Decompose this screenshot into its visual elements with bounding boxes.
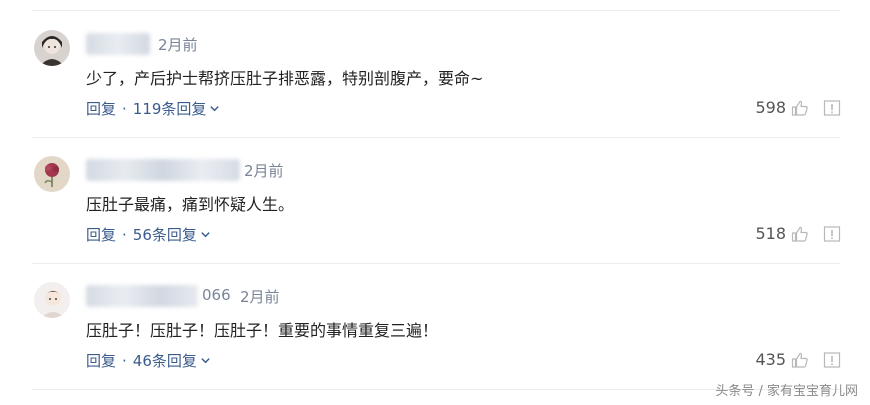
report-icon[interactable]	[823, 351, 841, 369]
comment-time: 2月前	[240, 288, 280, 306]
report-icon[interactable]	[823, 225, 841, 243]
chevron-down-icon[interactable]	[209, 103, 220, 114]
comment-item: 2月前 少了，产后护士帮挤压肚子排恶露，特别剖腹产，要命~ 回复 · 119条回…	[0, 12, 870, 138]
separator-dot: ·	[122, 99, 127, 118]
comment-time: 2月前	[158, 36, 198, 54]
separator-dot: ·	[122, 351, 127, 370]
separator-dot: ·	[122, 225, 127, 244]
reply-count[interactable]: 46条回复	[133, 350, 197, 371]
thumbs-up-icon[interactable]	[791, 351, 809, 369]
like-count: 435	[755, 350, 786, 369]
comment-time: 2月前	[244, 162, 284, 180]
reply-button[interactable]: 回复 · 56条回复	[86, 224, 211, 245]
reply-label[interactable]: 回复	[86, 350, 116, 371]
reply-count[interactable]: 56条回复	[133, 224, 197, 245]
reply-label[interactable]: 回复	[86, 224, 116, 245]
chevron-down-icon[interactable]	[200, 229, 211, 240]
avatar[interactable]	[34, 282, 70, 318]
reply-button[interactable]: 回复 · 46条回复	[86, 350, 211, 371]
like-count: 598	[755, 98, 786, 117]
report-icon[interactable]	[823, 99, 841, 117]
username-blurred[interactable]	[86, 159, 240, 181]
comment-text: 压肚子最痛，痛到怀疑人生。	[86, 195, 295, 214]
avatar[interactable]	[34, 156, 70, 192]
top-divider	[32, 10, 840, 11]
reply-button[interactable]: 回复 · 119条回复	[86, 98, 220, 119]
avatar[interactable]	[34, 30, 70, 66]
chevron-down-icon[interactable]	[200, 355, 211, 366]
reply-label[interactable]: 回复	[86, 98, 116, 119]
thumbs-up-icon[interactable]	[791, 99, 809, 117]
comment-text: 压肚子！压肚子！压肚子！重要的事情重复三遍！	[86, 321, 439, 340]
comment-text: 少了，产后护士帮挤压肚子排恶露，特别剖腹产，要命~	[86, 69, 484, 88]
comment-item: 2月前 压肚子最痛，痛到怀疑人生。 回复 · 56条回复 518	[0, 138, 870, 264]
username-suffix[interactable]: 066	[202, 286, 231, 304]
username-blurred[interactable]	[86, 285, 198, 307]
reply-count[interactable]: 119条回复	[133, 98, 207, 119]
thumbs-up-icon[interactable]	[791, 225, 809, 243]
username-blurred[interactable]	[86, 33, 150, 55]
watermark: 头条号 / 家有宝宝育儿网	[715, 384, 858, 399]
comment-item: 066 2月前 压肚子！压肚子！压肚子！重要的事情重复三遍！ 回复 · 46条回…	[0, 264, 870, 390]
like-count: 518	[755, 224, 786, 243]
